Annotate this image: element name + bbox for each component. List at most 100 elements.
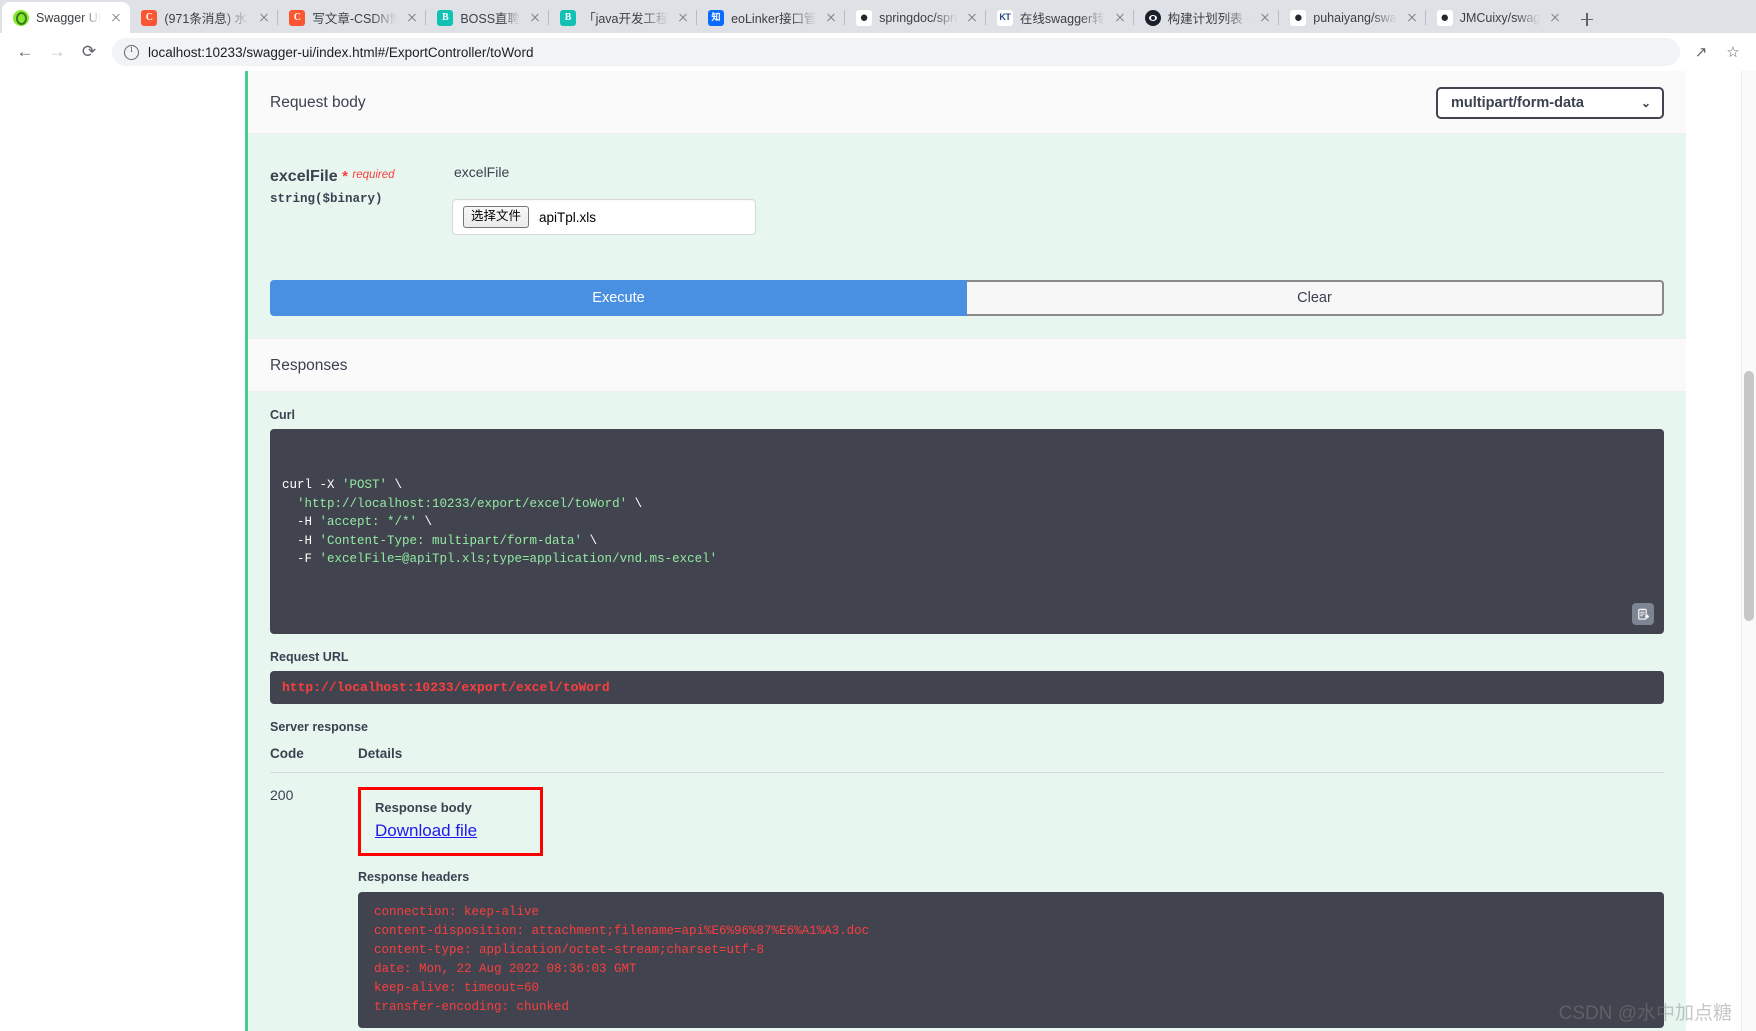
parameters-area: excelFile * required string($binary) exc… [248, 134, 1686, 235]
curl-line: -F 'excelFile=@apiTpl.xls;type=applicati… [282, 552, 718, 566]
media-type-select[interactable]: multipart/form-data ⌄ [1436, 87, 1664, 119]
parameter-description: excelFile [454, 164, 510, 180]
browser-tab-eolinker[interactable]: 知 eoLinker接口管 [697, 2, 846, 33]
tab-title: 「java开发工程 [583, 12, 669, 26]
close-icon[interactable] [1112, 10, 1128, 26]
csdn-icon: C [289, 9, 306, 26]
browser-tab-puhaiyang[interactable]: ● puhaiyang/swa [1279, 2, 1427, 33]
parameter-name-line: excelFile * required [270, 168, 452, 186]
required-label: required [352, 169, 395, 181]
zhihu-icon: 知 [708, 9, 725, 26]
new-tab-button[interactable] [1573, 5, 1601, 33]
request-body-title: Request body [270, 94, 366, 111]
close-icon[interactable] [823, 10, 839, 26]
forward-icon[interactable]: → [42, 37, 72, 67]
clear-button[interactable]: Clear [967, 280, 1664, 316]
parameter-type: string($binary) [270, 192, 383, 206]
curl-label: Curl [270, 408, 295, 422]
column-header-details: Details [358, 744, 1664, 773]
response-body-label: Response body [375, 800, 472, 815]
request-body-section: excelFile * required string($binary) exc… [248, 134, 1686, 338]
column-header-code: Code [270, 744, 358, 773]
responses-section-header: Responses [248, 338, 1686, 392]
tab-title: springdoc/spri [879, 10, 957, 25]
browser-tab-boss-1[interactable]: B BOSS直聘 [426, 2, 549, 33]
parameter-control-col: excelFile 选择文件 apiTpl.xls [452, 164, 1664, 235]
curl-line: curl -X 'POST' \ [282, 478, 403, 492]
curl-line: -H 'accept: */*' \ [282, 515, 433, 529]
curl-line: 'http://localhost:10233/export/excel/toW… [297, 496, 643, 511]
media-type-value: multipart/form-data [1451, 95, 1584, 111]
page-viewport: Request body multipart/form-data ⌄ excel… [0, 71, 1756, 1031]
file-input[interactable]: 选择文件 apiTpl.xls [452, 199, 756, 235]
tab-title: JMCuixy/swag [1459, 10, 1541, 25]
boss-icon: B [560, 9, 577, 26]
close-icon[interactable] [675, 10, 691, 26]
page-scrollbar[interactable] [1741, 71, 1756, 1031]
browser-tab-csdn-2[interactable]: C 写文章-CSDN博 [278, 2, 427, 33]
address-bar-url: localhost:10233/swagger-ui/index.html#/E… [148, 44, 534, 60]
boss-icon: B [437, 9, 454, 26]
live-response-body: Curl curl -X 'POST' \ 'http://localhost:… [248, 392, 1686, 1031]
jenkins-icon [1144, 9, 1161, 26]
close-icon[interactable] [1404, 10, 1420, 26]
table-row: 200 Response body Download file Response… [270, 773, 1664, 1028]
copy-to-clipboard-icon[interactable] [1632, 603, 1654, 625]
tab-title: 在线swagger转 [1019, 12, 1105, 26]
swagger-icon [13, 9, 29, 26]
browser-tab-swagger-ui[interactable]: Swagger UI [2, 2, 131, 33]
close-icon[interactable] [527, 10, 543, 26]
close-icon[interactable] [1257, 10, 1273, 26]
curl-code-block[interactable]: curl -X 'POST' \ 'http://localhost:10233… [270, 429, 1664, 634]
parameter-name: excelFile [270, 168, 338, 185]
tab-title: puhaiyang/swa [1313, 10, 1397, 25]
response-headers-label: Response headers [358, 870, 470, 884]
curl-text: curl -X 'POST' \ 'http://localhost:10233… [282, 476, 1652, 569]
choose-file-button[interactable]: 选择文件 [463, 206, 530, 228]
tab-title: eoLinker接口管 [731, 12, 817, 26]
browser-tab-online-swagger[interactable]: KT 在线swagger转 [986, 2, 1134, 33]
required-star: * [342, 168, 348, 185]
browser-tab-springdoc[interactable]: ● springdoc/spri [845, 2, 986, 33]
toolbar-right-actions: ↗ ☆ [1688, 39, 1746, 65]
tab-title: Swagger UI [36, 10, 102, 25]
browser-tab-jenkins[interactable]: 构建计划列表 - [1134, 2, 1280, 33]
close-icon[interactable] [1547, 10, 1563, 26]
tab-title: 构建计划列表 - [1167, 12, 1251, 26]
star-icon[interactable]: ☆ [1720, 39, 1746, 65]
execute-button[interactable]: Execute [270, 280, 967, 316]
close-icon[interactable] [108, 10, 124, 26]
table-header-row: Code Details [270, 744, 1664, 773]
responses-title: Responses [270, 357, 348, 374]
action-buttons: Execute Clear [248, 280, 1686, 338]
download-file-link[interactable]: Download file [375, 821, 477, 840]
browser-toolbar: ← → ⟳ localhost:10233/swagger-ui/index.h… [0, 33, 1756, 71]
server-response-table: Code Details 200 Response body Download … [270, 744, 1664, 1028]
swagger-ui-content: Request body multipart/form-data ⌄ excel… [0, 71, 1756, 1031]
response-body-highlight-box: Response body Download file [358, 787, 543, 856]
reload-icon[interactable]: ⟳ [74, 37, 104, 67]
github-icon: ● [856, 9, 873, 26]
share-icon[interactable]: ↗ [1688, 39, 1714, 65]
csdn-icon: C [141, 9, 158, 26]
kt-icon: KT [996, 9, 1013, 26]
browser-window: Swagger UI C (971条消息) 水中 C 写文章-CSDN博 B B… [0, 0, 1756, 1031]
github-icon: ● [1436, 9, 1453, 26]
close-icon[interactable] [404, 10, 420, 26]
response-details: Response body Download file Response hea… [358, 773, 1664, 1028]
back-icon[interactable]: ← [10, 37, 40, 67]
scrollbar-thumb[interactable] [1744, 371, 1754, 621]
address-bar[interactable]: localhost:10233/swagger-ui/index.html#/E… [112, 38, 1680, 66]
browser-tab-boss-2[interactable]: B 「java开发工程 [549, 2, 698, 33]
site-info-icon[interactable] [124, 44, 139, 60]
selected-file-name: apiTpl.xls [539, 209, 597, 225]
browser-tab-jmcuixy[interactable]: ● JMCuixy/swag [1426, 2, 1570, 33]
browser-tab-csdn-1[interactable]: C (971条消息) 水中 [130, 2, 279, 33]
close-icon[interactable] [256, 10, 272, 26]
close-icon[interactable] [964, 10, 980, 26]
request-url-label: Request URL [270, 650, 349, 664]
parameter-name-col: excelFile * required string($binary) [270, 164, 452, 235]
request-url-value: http://localhost:10233/export/excel/toWo… [270, 671, 1664, 704]
tab-title: 写文章-CSDN博 [312, 12, 398, 26]
